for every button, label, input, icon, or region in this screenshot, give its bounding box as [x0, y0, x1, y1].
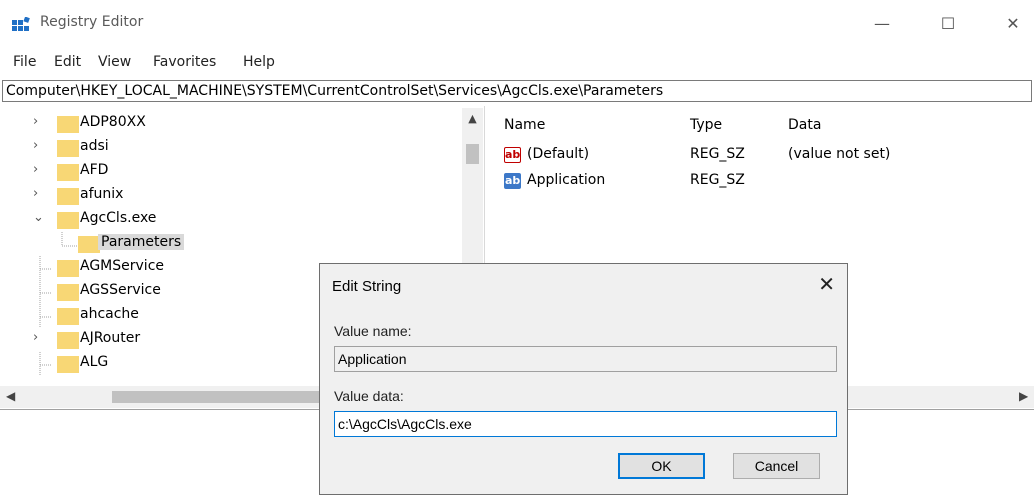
- tree-item-label: AGSService: [80, 282, 161, 298]
- expand-chevron-icon[interactable]: ›: [33, 114, 38, 129]
- folder-icon: [57, 116, 79, 133]
- tree-item[interactable]: ⌄ AgcCls.exe: [0, 208, 460, 232]
- tree-item-label: Parameters: [98, 234, 185, 250]
- folder-icon: [57, 140, 79, 157]
- menu-view[interactable]: View: [98, 54, 131, 70]
- title-bar: Registry Editor — ☐ ✕: [0, 0, 1034, 48]
- tree-item-label: ALG: [80, 354, 109, 370]
- folder-icon: [57, 356, 79, 373]
- menu-favorites[interactable]: Favorites: [153, 54, 216, 70]
- tree-connector-line: [39, 280, 52, 304]
- menu-bar: File Edit View Favorites Help: [0, 50, 1034, 76]
- folder-icon: [57, 308, 79, 325]
- tree-item-label: ahcache: [80, 306, 139, 322]
- tree-item-selected[interactable]: Parameters: [0, 232, 460, 256]
- value-name: Application: [527, 172, 606, 188]
- dialog-close-icon[interactable]: ✕: [818, 272, 835, 297]
- folder-icon: [57, 332, 79, 349]
- tree-item[interactable]: › afunix: [0, 184, 460, 208]
- folder-open-icon: [78, 236, 100, 253]
- column-header-data[interactable]: Data: [788, 117, 821, 133]
- folder-icon: [57, 212, 79, 229]
- expand-chevron-icon[interactable]: ›: [33, 330, 38, 345]
- scroll-up-arrow-icon[interactable]: ▲: [462, 112, 483, 125]
- column-header-type[interactable]: Type: [690, 117, 722, 133]
- close-button[interactable]: ✕: [998, 12, 1028, 36]
- tree-item[interactable]: › adsi: [0, 136, 460, 160]
- tree-item-label: afunix: [80, 186, 124, 202]
- menu-edit[interactable]: Edit: [54, 54, 81, 70]
- tree-item-label: adsi: [80, 138, 109, 154]
- cancel-button[interactable]: Cancel: [733, 453, 820, 479]
- value-row[interactable]: ab (Default) REG_SZ (value not set): [490, 144, 1034, 168]
- scroll-left-arrow-icon[interactable]: ◀: [6, 389, 15, 403]
- tree-connector-line: [39, 352, 52, 376]
- string-value-icon: ab: [504, 173, 521, 189]
- tree-item[interactable]: › AFD: [0, 160, 460, 184]
- string-value-icon: ab: [504, 147, 521, 163]
- tree-item[interactable]: › ADP80XX: [0, 112, 460, 136]
- value-type: REG_SZ: [690, 146, 745, 162]
- folder-icon: [57, 284, 79, 301]
- value-data-input[interactable]: c:\AgcCls\AgcCls.exe: [334, 411, 837, 437]
- scroll-right-arrow-icon[interactable]: ▶: [1019, 389, 1028, 403]
- menu-file[interactable]: File: [13, 54, 36, 70]
- tree-item-label: ADP80XX: [80, 114, 146, 130]
- tree-item-label: AJRouter: [80, 330, 141, 346]
- maximize-button[interactable]: ☐: [933, 12, 963, 36]
- expand-chevron-icon[interactable]: ›: [33, 162, 38, 177]
- minimize-button[interactable]: —: [867, 12, 897, 36]
- value-name-label: Value name:: [334, 323, 412, 339]
- value-type: REG_SZ: [690, 172, 745, 188]
- value-data: (value not set): [788, 146, 891, 162]
- tree-connector-line: [39, 256, 52, 280]
- scroll-thumb[interactable]: [112, 391, 322, 403]
- expand-chevron-icon[interactable]: ›: [33, 138, 38, 153]
- ok-button[interactable]: OK: [618, 453, 705, 479]
- expand-chevron-icon[interactable]: ›: [33, 186, 38, 201]
- address-bar[interactable]: Computer\HKEY_LOCAL_MACHINE\SYSTEM\Curre…: [2, 80, 1032, 102]
- folder-icon: [57, 188, 79, 205]
- tree-connector-line: [61, 232, 78, 247]
- value-name-field: Application: [334, 346, 837, 372]
- tree-item-label: AgcCls.exe: [80, 210, 157, 226]
- collapse-chevron-icon[interactable]: ⌄: [33, 210, 44, 225]
- edit-string-dialog: Edit String ✕ Value name: Application Va…: [319, 263, 848, 495]
- menu-help[interactable]: Help: [243, 54, 275, 70]
- dialog-title: Edit String: [332, 278, 402, 295]
- folder-icon: [57, 260, 79, 277]
- registry-editor-icon: [12, 17, 30, 31]
- tree-item-label: AFD: [80, 162, 109, 178]
- value-row-selected[interactable]: ab Application REG_SZ: [490, 170, 1034, 194]
- value-data-label: Value data:: [334, 388, 404, 404]
- tree-item-label: AGMService: [80, 258, 164, 274]
- tree-connector-line: [39, 304, 52, 328]
- folder-icon: [57, 164, 79, 181]
- scroll-thumb[interactable]: [466, 144, 479, 164]
- column-header-name[interactable]: Name: [504, 117, 545, 133]
- window-title: Registry Editor: [40, 14, 144, 30]
- value-name: (Default): [527, 146, 590, 162]
